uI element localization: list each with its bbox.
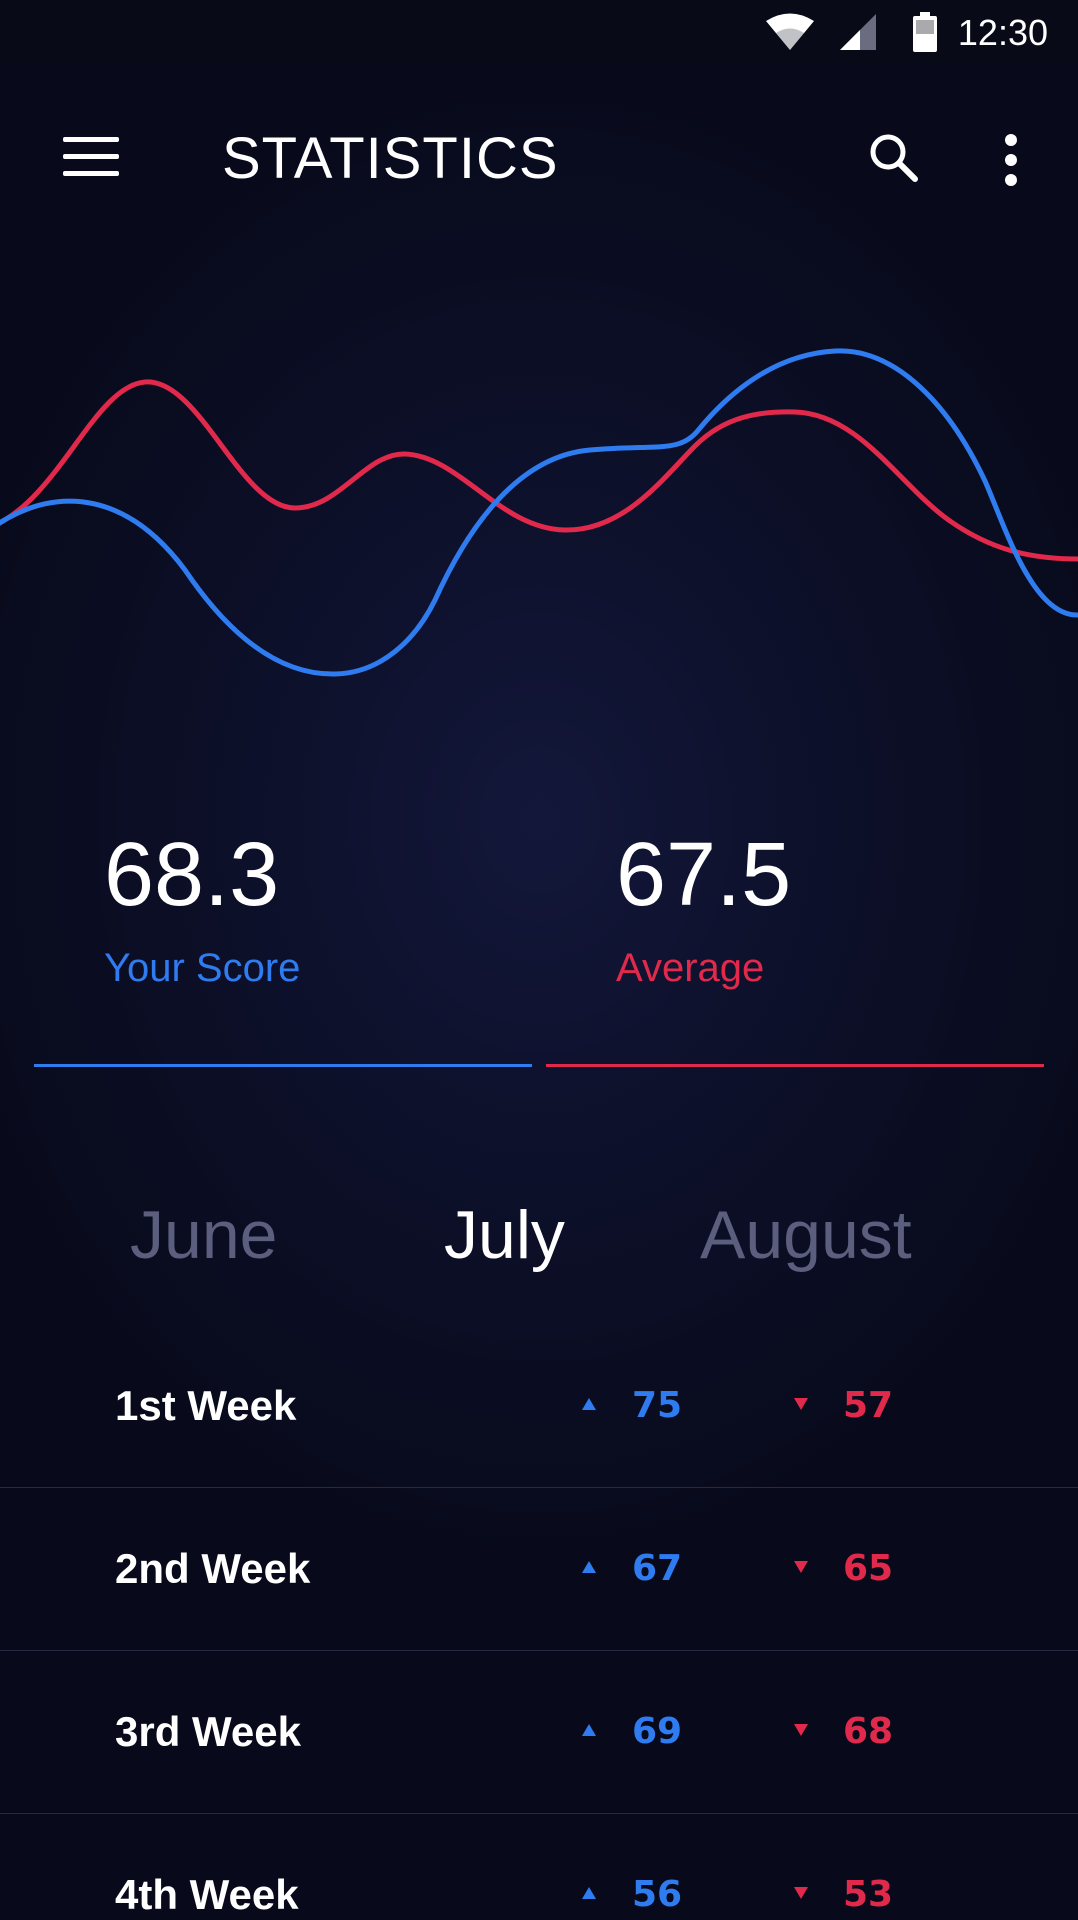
score-trend-chart (0, 348, 1078, 677)
arrow-up-icon (582, 1398, 596, 1410)
month-tab-august[interactable]: August (700, 1190, 912, 1280)
week-your-score: 69 (632, 1711, 683, 1752)
search-icon (870, 134, 918, 182)
app-bar: STATISTICS (0, 66, 1078, 246)
arrow-up-icon (582, 1724, 596, 1736)
week-label: 4th Week (115, 1871, 299, 1918)
battery-icon (913, 12, 937, 52)
average-score-card[interactable]: 67.5 Average (546, 820, 1044, 1068)
week-your-score: 75 (632, 1385, 683, 1426)
your-score-card[interactable]: 68.3 Your Score (34, 820, 532, 1068)
more-options-button[interactable] (986, 124, 1036, 194)
menu-icon (63, 137, 119, 176)
arrow-up-icon (582, 1887, 596, 1899)
week-row[interactable]: 4th Week 56 53 (0, 1814, 1078, 1920)
your-score-underline (34, 1064, 532, 1067)
arrow-down-icon (794, 1887, 808, 1899)
week-your-score: 56 (632, 1874, 683, 1915)
your-score-series-line (0, 348, 1078, 677)
month-tab-july[interactable]: July (444, 1190, 565, 1280)
week-your-score: 67 (632, 1548, 683, 1589)
week-list: 1st Week 75 57 2nd Week 67 65 3rd Week 6… (0, 1325, 1078, 1920)
week-label: 2nd Week (115, 1545, 311, 1592)
average-score-value: 67.5 (616, 825, 792, 925)
wifi-icon (766, 13, 814, 50)
week-row[interactable]: 3rd Week 69 68 (0, 1651, 1078, 1814)
week-average-score: 57 (843, 1385, 894, 1426)
status-bar: 12:30 (0, 0, 1078, 66)
week-average-score: 68 (843, 1711, 894, 1752)
average-score-underline (546, 1064, 1044, 1067)
cell-signal-icon (840, 14, 876, 50)
week-average-score: 65 (843, 1548, 894, 1589)
month-tab-june[interactable]: June (130, 1190, 277, 1280)
page-title: STATISTICS (222, 126, 559, 191)
arrow-down-icon (794, 1724, 808, 1736)
arrow-down-icon (794, 1398, 808, 1410)
month-tabs: June July August (0, 1190, 1078, 1280)
average-series-line (0, 379, 1078, 562)
search-button[interactable] (858, 124, 928, 194)
week-row[interactable]: 1st Week 75 57 (0, 1325, 1078, 1488)
week-label: 3rd Week (115, 1708, 301, 1755)
your-score-label: Your Score (104, 946, 301, 990)
menu-button[interactable] (50, 126, 130, 186)
week-average-score: 53 (843, 1874, 894, 1915)
week-row[interactable]: 2nd Week 67 65 (0, 1488, 1078, 1651)
arrow-down-icon (794, 1561, 808, 1573)
arrow-up-icon (582, 1561, 596, 1573)
statistics-screen: 12:30 STATISTICS 68.3 Your Score 67.5 Av… (0, 0, 1078, 1920)
your-score-value: 68.3 (104, 825, 280, 925)
average-score-label: Average (616, 946, 765, 990)
status-time: 12:30 (957, 12, 1048, 53)
week-label: 1st Week (115, 1382, 297, 1429)
more-vert-icon (1005, 134, 1017, 186)
